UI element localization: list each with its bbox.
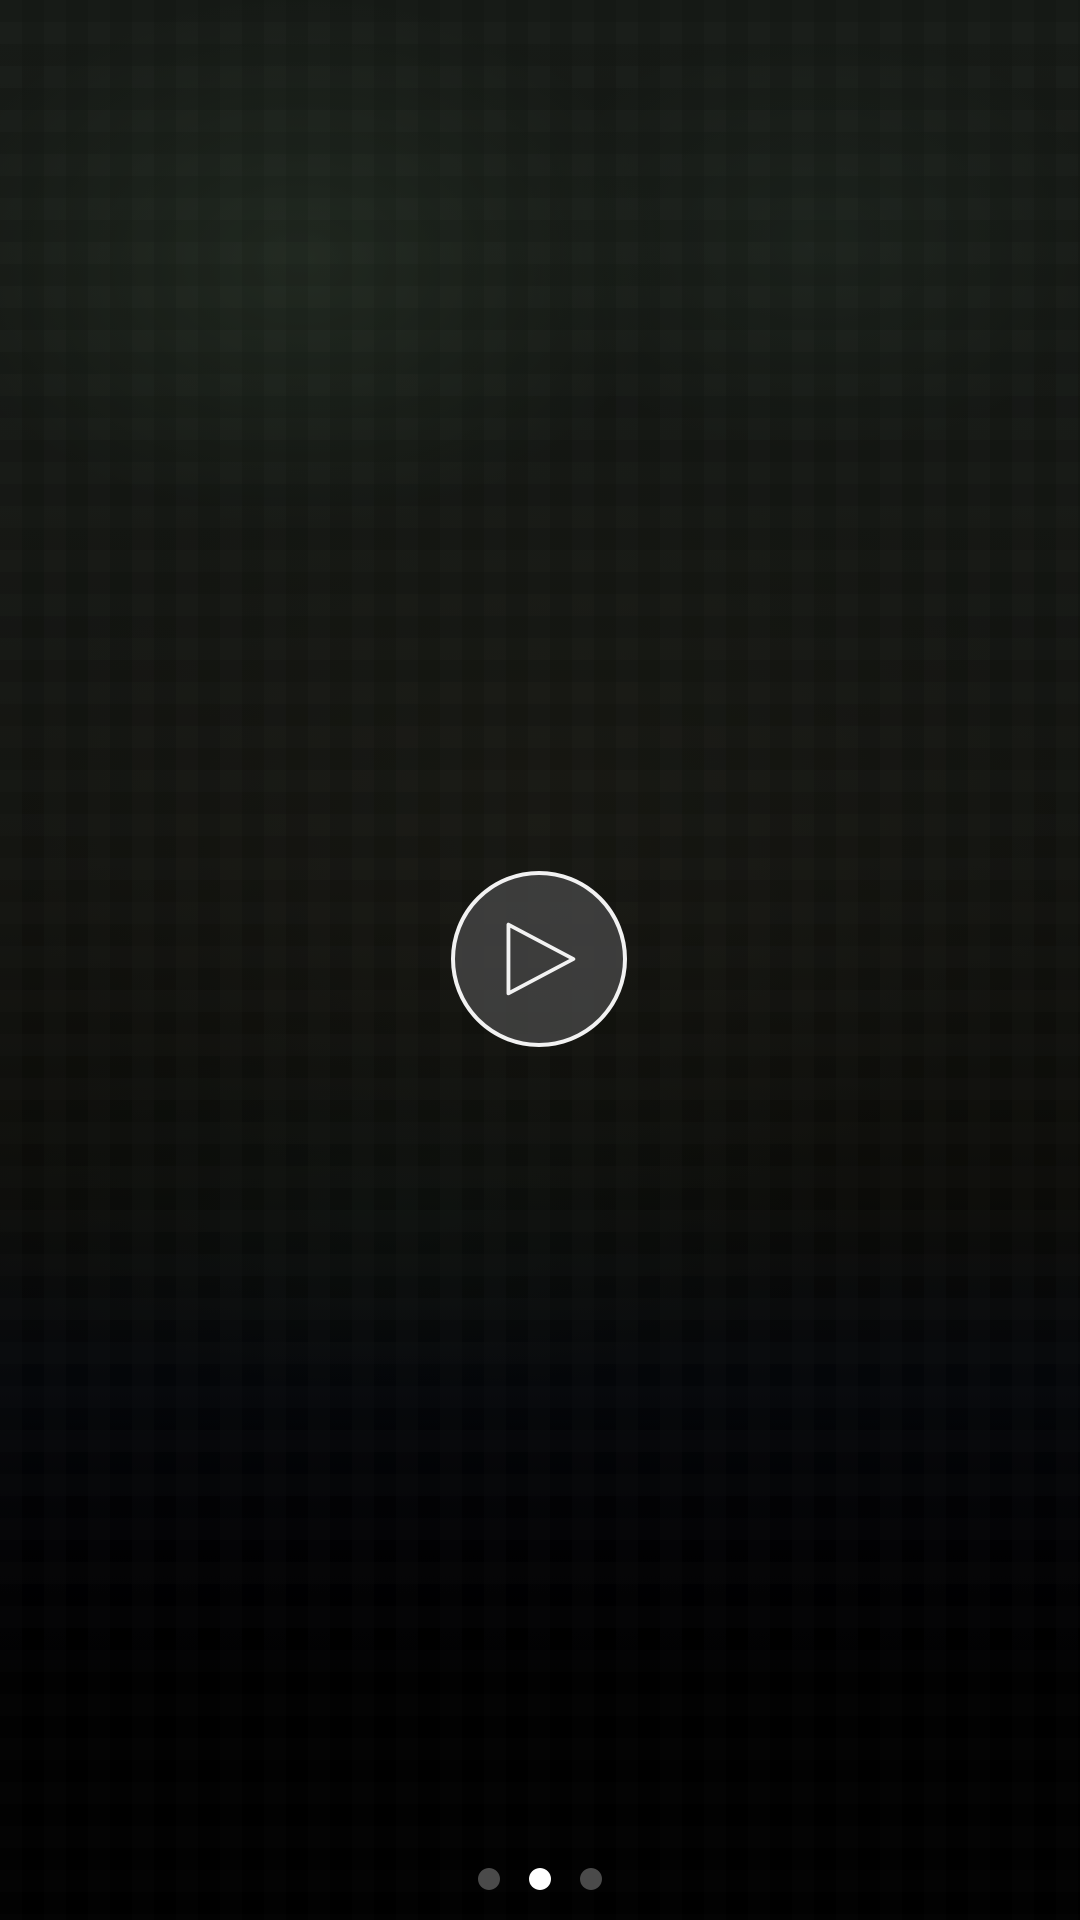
page-dot-3[interactable] [580,1868,602,1890]
play-button[interactable] [451,871,627,1047]
video-viewer-screen [0,0,1080,1920]
play-icon [506,922,576,996]
page-dot-2[interactable] [529,1868,551,1890]
page-dot-1[interactable] [478,1868,500,1890]
page-indicator [0,1868,1080,1890]
